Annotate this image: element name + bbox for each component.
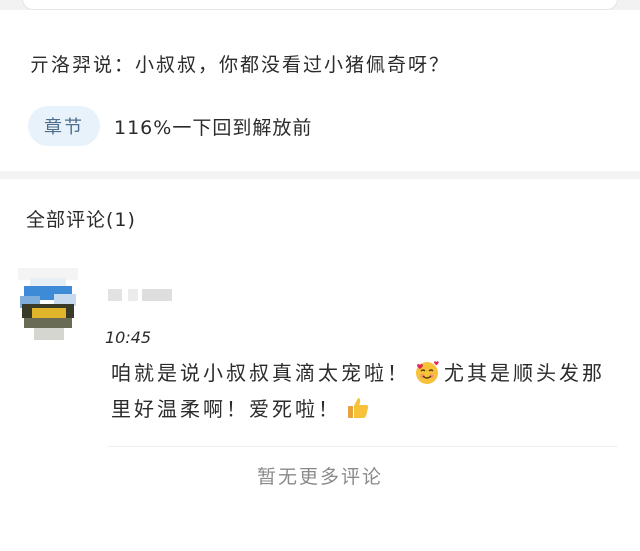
thumbs-up-icon [348,398,369,418]
comments-header: 全部评论(1) [26,209,136,231]
no-more-comments: 暂无更多评论 [256,466,383,488]
chapter-title[interactable]: 116%一下回到解放前 [114,113,312,140]
quote-text: 亓洛羿说：小叔叔，你都没看过小猪佩奇呀？ [30,54,451,76]
comment-text: 咱就是说小叔叔真滴太宠啦！ 尤其是顺头发那里好温柔啊！爱死啦！ [111,355,621,427]
username-blurred[interactable] [108,284,180,306]
avatar[interactable] [18,268,78,340]
chapter-tag: 章节 [28,106,100,146]
section-divider [0,171,640,179]
comment-separator [108,446,618,447]
chapter-row[interactable]: 章节 116%一下回到解放前 [28,106,312,146]
smiling-face-with-hearts-icon [416,361,439,384]
comment-text-part1: 咱就是说小叔叔真滴太宠啦！ [111,361,410,385]
comment-time: 10:45 [105,328,152,347]
previous-card-edge [0,0,640,10]
